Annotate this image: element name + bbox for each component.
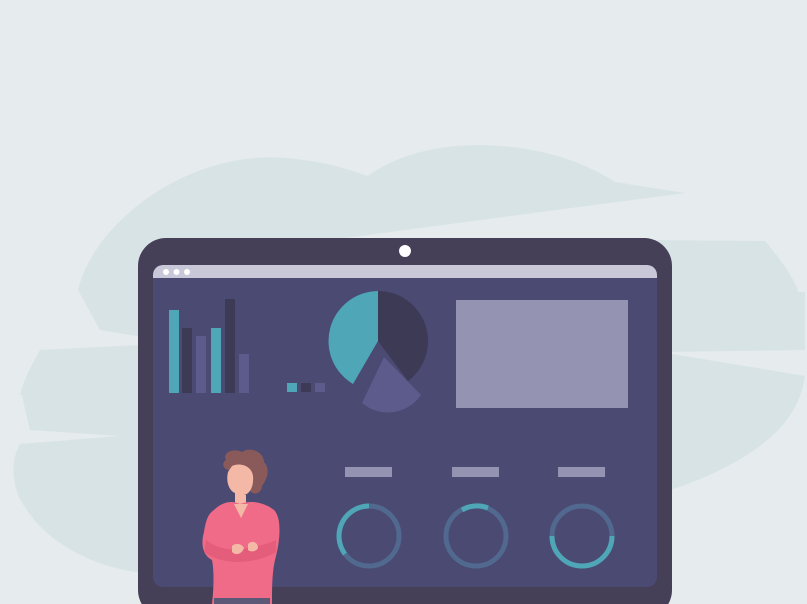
legend-swatch <box>287 383 297 392</box>
legend-swatch <box>301 383 311 392</box>
ring-label-bar <box>452 467 499 477</box>
chart-legend <box>287 383 325 392</box>
browser-bar <box>153 265 657 278</box>
chart-bar <box>225 299 235 393</box>
trousers <box>214 598 270 604</box>
tablet-camera-icon <box>399 245 411 257</box>
content-panel <box>456 300 628 408</box>
window-dot-icon <box>163 269 169 275</box>
window-dot-icon <box>173 269 180 275</box>
ring-label-bar <box>345 467 392 477</box>
dashboard-illustration <box>0 0 807 604</box>
window-dot-icon <box>184 269 190 275</box>
legend-swatch <box>315 383 325 392</box>
chart-bar <box>182 328 192 393</box>
ring-label-bar <box>558 467 605 477</box>
chart-bar <box>211 328 221 393</box>
illustration-canvas <box>13 145 805 604</box>
chart-bar <box>239 354 249 393</box>
chart-bar <box>196 336 206 393</box>
chart-bar <box>169 310 179 393</box>
